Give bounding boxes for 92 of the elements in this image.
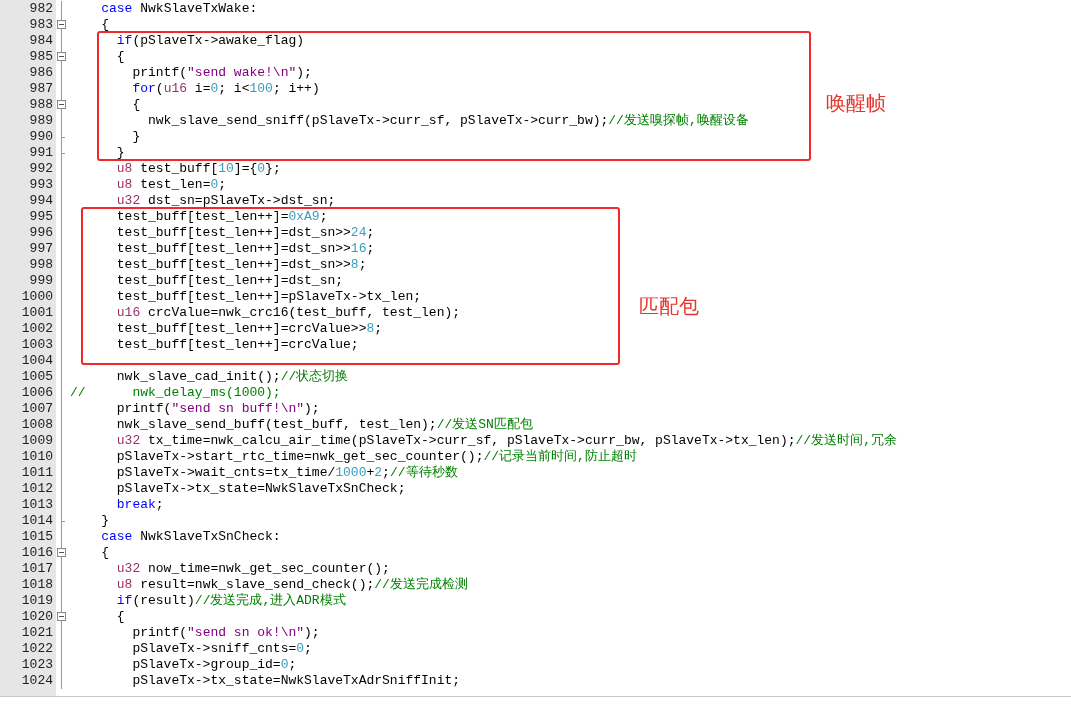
code-line: test_buff[test_len++]=dst_sn>>16;	[115, 241, 375, 257]
code-line: pSlaveTx->tx_state=NwkSlaveTxAdrSniffInit;	[131, 673, 461, 689]
code-line: }	[100, 513, 109, 529]
code-line: pSlaveTx->start_rtc_time=nwk_get_sec_counter();//记录当前时间,防止超时	[115, 449, 637, 465]
line-number: 995	[28, 209, 53, 225]
line-number: 1018	[20, 577, 53, 593]
code-line: pSlaveTx->wait_cnts=tx_time/1000+2;//等待秒数	[115, 465, 458, 481]
code-line: // nwk_delay_ms(1000);	[70, 385, 281, 401]
line-number: 1015	[20, 529, 53, 545]
line-number: 1022	[20, 641, 53, 657]
line-number: 987	[28, 81, 53, 97]
line-number: 982	[28, 1, 53, 17]
code-line: u32 dst_sn=pSlaveTx->dst_sn;	[115, 193, 336, 209]
line-number: 1019	[20, 593, 53, 609]
line-number: 989	[28, 113, 53, 129]
line-number: 992	[28, 161, 53, 177]
line-number: 1011	[20, 465, 53, 481]
fold-toggle-icon[interactable]	[57, 548, 66, 557]
annotation-label: 匹配包	[639, 293, 699, 320]
fold-toggle-icon[interactable]	[57, 100, 66, 109]
code-line: u16 crcValue=nwk_crc16(test_buff, test_len);	[115, 305, 461, 321]
line-number: 985	[28, 49, 53, 65]
code-line: break;	[115, 497, 164, 513]
line-number: 1000	[20, 289, 53, 305]
code-line: test_buff[test_len++]=dst_sn>>8;	[115, 257, 367, 273]
line-number: 1023	[20, 657, 53, 673]
line-number: 1007	[20, 401, 53, 417]
code-line: test_buff[test_len++]=dst_sn;	[115, 273, 344, 289]
code-line: u8 test_buff[10]={0};	[115, 161, 281, 177]
line-number: 1004	[20, 353, 53, 369]
line-number: 999	[28, 273, 53, 289]
line-number: 1006	[20, 385, 53, 401]
line-number: 998	[28, 257, 53, 273]
line-number: 994	[28, 193, 53, 209]
code-line: {	[115, 609, 125, 625]
code-line: nwk_slave_cad_init();//状态切换	[115, 369, 349, 385]
code-line: }	[131, 129, 141, 145]
line-number: 1012	[20, 481, 53, 497]
code-line: {	[131, 97, 141, 113]
line-number: 990	[28, 129, 53, 145]
line-number: 1001	[20, 305, 53, 321]
fold-toggle-icon[interactable]	[57, 52, 66, 61]
code-line: if(pSlaveTx->awake_flag)	[115, 33, 305, 49]
code-line: test_buff[test_len++]=crcValue;	[115, 337, 359, 353]
annotation-label: 唤醒帧	[826, 90, 886, 117]
line-number: 988	[28, 97, 53, 113]
code-line: u32 tx_time=nwk_calcu_air_time(pSlaveTx->curr_sf, pSlaveTx->curr_bw, pSlaveTx->tx_len);//发送时间,冗余	[115, 433, 897, 449]
code-line: }	[115, 145, 125, 161]
code-line: pSlaveTx->tx_state=NwkSlaveTxSnCheck;	[115, 481, 406, 497]
code-line: nwk_slave_send_buff(test_buff, test_len);//发送SN匹配包	[115, 417, 533, 433]
code-line: test_buff[test_len++]=crcValue>>8;	[115, 321, 383, 337]
code-line: u32 now_time=nwk_get_sec_counter();	[115, 561, 390, 577]
line-number: 1010	[20, 449, 53, 465]
fold-toggle-icon[interactable]	[57, 612, 66, 621]
line-number: 986	[28, 65, 53, 81]
code-line: test_buff[test_len++]=dst_sn>>24;	[115, 225, 375, 241]
line-number: 1005	[20, 369, 53, 385]
line-number: 1003	[20, 337, 53, 353]
code-line: if(result)//发送完成,进入ADR模式	[115, 593, 346, 609]
code-line: printf("send sn buff!\n");	[115, 401, 320, 417]
line-number: 1021	[20, 625, 53, 641]
line-number: 983	[28, 17, 53, 33]
code-line: pSlaveTx->group_id=0;	[131, 657, 297, 673]
code-line: test_buff[test_len++]=0xA9;	[115, 209, 328, 225]
code-line: printf("send sn ok!\n");	[131, 625, 320, 641]
line-number: 996	[28, 225, 53, 241]
line-number: 1016	[20, 545, 53, 561]
line-number: 993	[28, 177, 53, 193]
line-number: 1009	[20, 433, 53, 449]
line-number: 984	[28, 33, 53, 49]
line-number: 1017	[20, 561, 53, 577]
code-line: nwk_slave_send_sniff(pSlaveTx->curr_sf, pSlaveTx->curr_bw);//发送嗅探帧,唤醒设备	[147, 113, 749, 129]
line-number: 1008	[20, 417, 53, 433]
code-line: for(u16 i=0; i<100; i++)	[131, 81, 320, 97]
code-line: {	[100, 17, 109, 33]
code-line: case NwkSlaveTxSnCheck:	[100, 529, 281, 545]
line-number: 1024	[20, 673, 53, 689]
line-number: 1014	[20, 513, 53, 529]
line-number: 1020	[20, 609, 53, 625]
code-line: u8 test_len=0;	[115, 177, 227, 193]
line-number: 997	[28, 241, 53, 257]
line-number: 1013	[20, 497, 53, 513]
code-line: case NwkSlaveTxWake:	[100, 1, 258, 17]
line-number: 1002	[20, 321, 53, 337]
code-line: u8 result=nwk_slave_send_check();//发送完成检测	[115, 577, 468, 593]
fold-toggle-icon[interactable]	[57, 20, 66, 29]
code-line: {	[115, 49, 125, 65]
code-line: pSlaveTx->sniff_cnts=0;	[131, 641, 312, 657]
code-line: test_buff[test_len++]=pSlaveTx->tx_len;	[115, 289, 422, 305]
code-line: printf("send wake!\n");	[131, 65, 312, 81]
code-line: {	[100, 545, 109, 561]
line-number: 991	[28, 145, 53, 161]
